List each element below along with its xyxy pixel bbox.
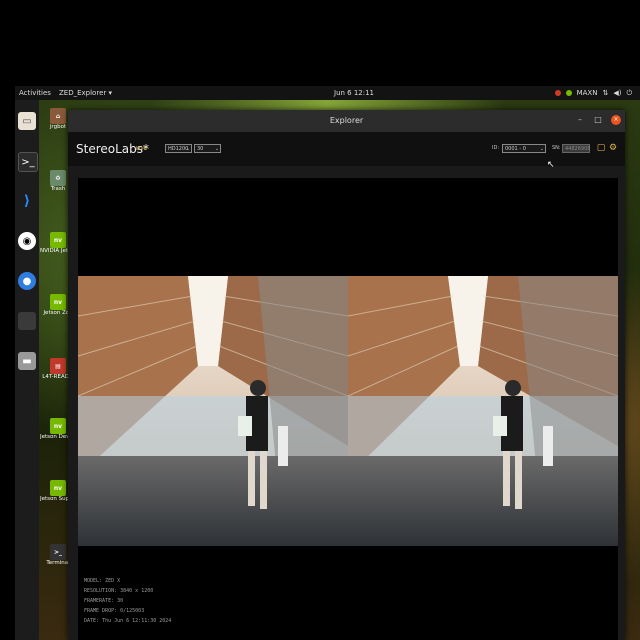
sn-label: SN: [552,145,561,151]
chevron-down-icon: ⌄ [214,146,219,152]
gear-icon[interactable]: ⚙ [608,143,618,153]
app-menu[interactable]: ZED_Explorer ▾ [59,86,112,100]
chevron-down-icon: ⌄ [539,146,544,152]
clock[interactable]: Jun 6 12:11 [334,86,374,100]
power-mode-label[interactable]: MAXN [577,86,598,100]
system-top-bar: Activities ZED_Explorer ▾ Jun 6 12:11 MA… [15,86,640,100]
disk-icon[interactable]: ▬ [18,352,36,370]
id-label: ID: [492,145,500,151]
camera-info-panel: MODEL: ZED X RESOLUTION: 3840 x 1200 FRA… [84,576,171,626]
maximize-button[interactable]: □ [593,115,603,125]
activities-button[interactable]: Activities [19,86,51,100]
power-mode-icon[interactable] [565,90,572,96]
obs-icon[interactable]: ◉ [18,232,36,250]
volume-icon[interactable]: ◀) [613,86,621,100]
camera-select[interactable]: 0001 - 0 ⌄ [502,144,546,153]
mouse-cursor-icon: ↖ [547,160,555,170]
nvidia-icon[interactable] [554,90,561,96]
nvidia-icon: nv [50,294,66,310]
resolution-select[interactable]: HD1200 ⌄ [165,144,192,153]
nvidia-icon: nv [50,232,66,248]
left-camera-image [78,276,348,546]
dock: ▭ >_ ⟩ ◉ ● ▬ [15,100,39,640]
power-icon[interactable]: ⏻ [626,86,632,100]
home-folder-icon: ⌂ [50,108,66,124]
info-model: MODEL: ZED X [84,578,121,584]
info-framerate: FRAMERATE: 30 [84,598,124,604]
window-title: Explorer [329,116,364,125]
stereo-view [78,276,618,546]
blank-app-icon[interactable] [18,312,36,330]
terminal-icon[interactable]: >_ [18,152,38,172]
camera-icon[interactable]: ▢ [596,143,606,153]
nvidia-icon: nv [50,480,66,496]
info-date: DATE: Thu Jun 6 12:11:30 2024 [84,618,172,624]
minimize-button[interactable]: – [575,115,585,125]
trash-icon: ♻ [50,170,66,186]
serial-field[interactable]: 44826908 [562,144,590,153]
camera-viewport: MODEL: ZED X RESOLUTION: 3840 x 1200 FRA… [78,178,618,640]
folder-icon: ▤ [50,358,66,374]
nvidia-icon: nv [50,418,66,434]
network-icon[interactable]: ⇅ [602,86,608,100]
close-button[interactable]: × [611,115,621,125]
fps-select[interactable]: 30 ⌄ [194,144,221,153]
terminal-icon: >_ [50,544,66,560]
chromium-icon[interactable]: ● [18,272,36,290]
window-titlebar[interactable]: Explorer – □ × [68,110,625,132]
vscode-icon[interactable]: ⟩ [18,192,36,210]
atrium-scene-left [78,276,348,546]
chevron-down-icon: ⌄ [185,146,190,152]
live-badge: LIVE [136,146,147,152]
atrium-scene-right [348,276,618,546]
explorer-toolbar: StereoLabs* LIVE HD1200 ⌄ 30 ⌄ ID: 0001 … [68,132,625,166]
info-frame-drop: FRAME DROP: 0/125003 [84,608,145,614]
right-camera-image [348,276,618,546]
explorer-window: Explorer – □ × StereoLabs* LIVE HD1200 ⌄… [68,110,625,640]
files-icon[interactable]: ▭ [18,112,36,130]
info-resolution: RESOLUTION: 3840 x 1200 [84,588,154,594]
system-tray[interactable]: MAXN ⇅ ◀) ⏻ [554,86,632,100]
